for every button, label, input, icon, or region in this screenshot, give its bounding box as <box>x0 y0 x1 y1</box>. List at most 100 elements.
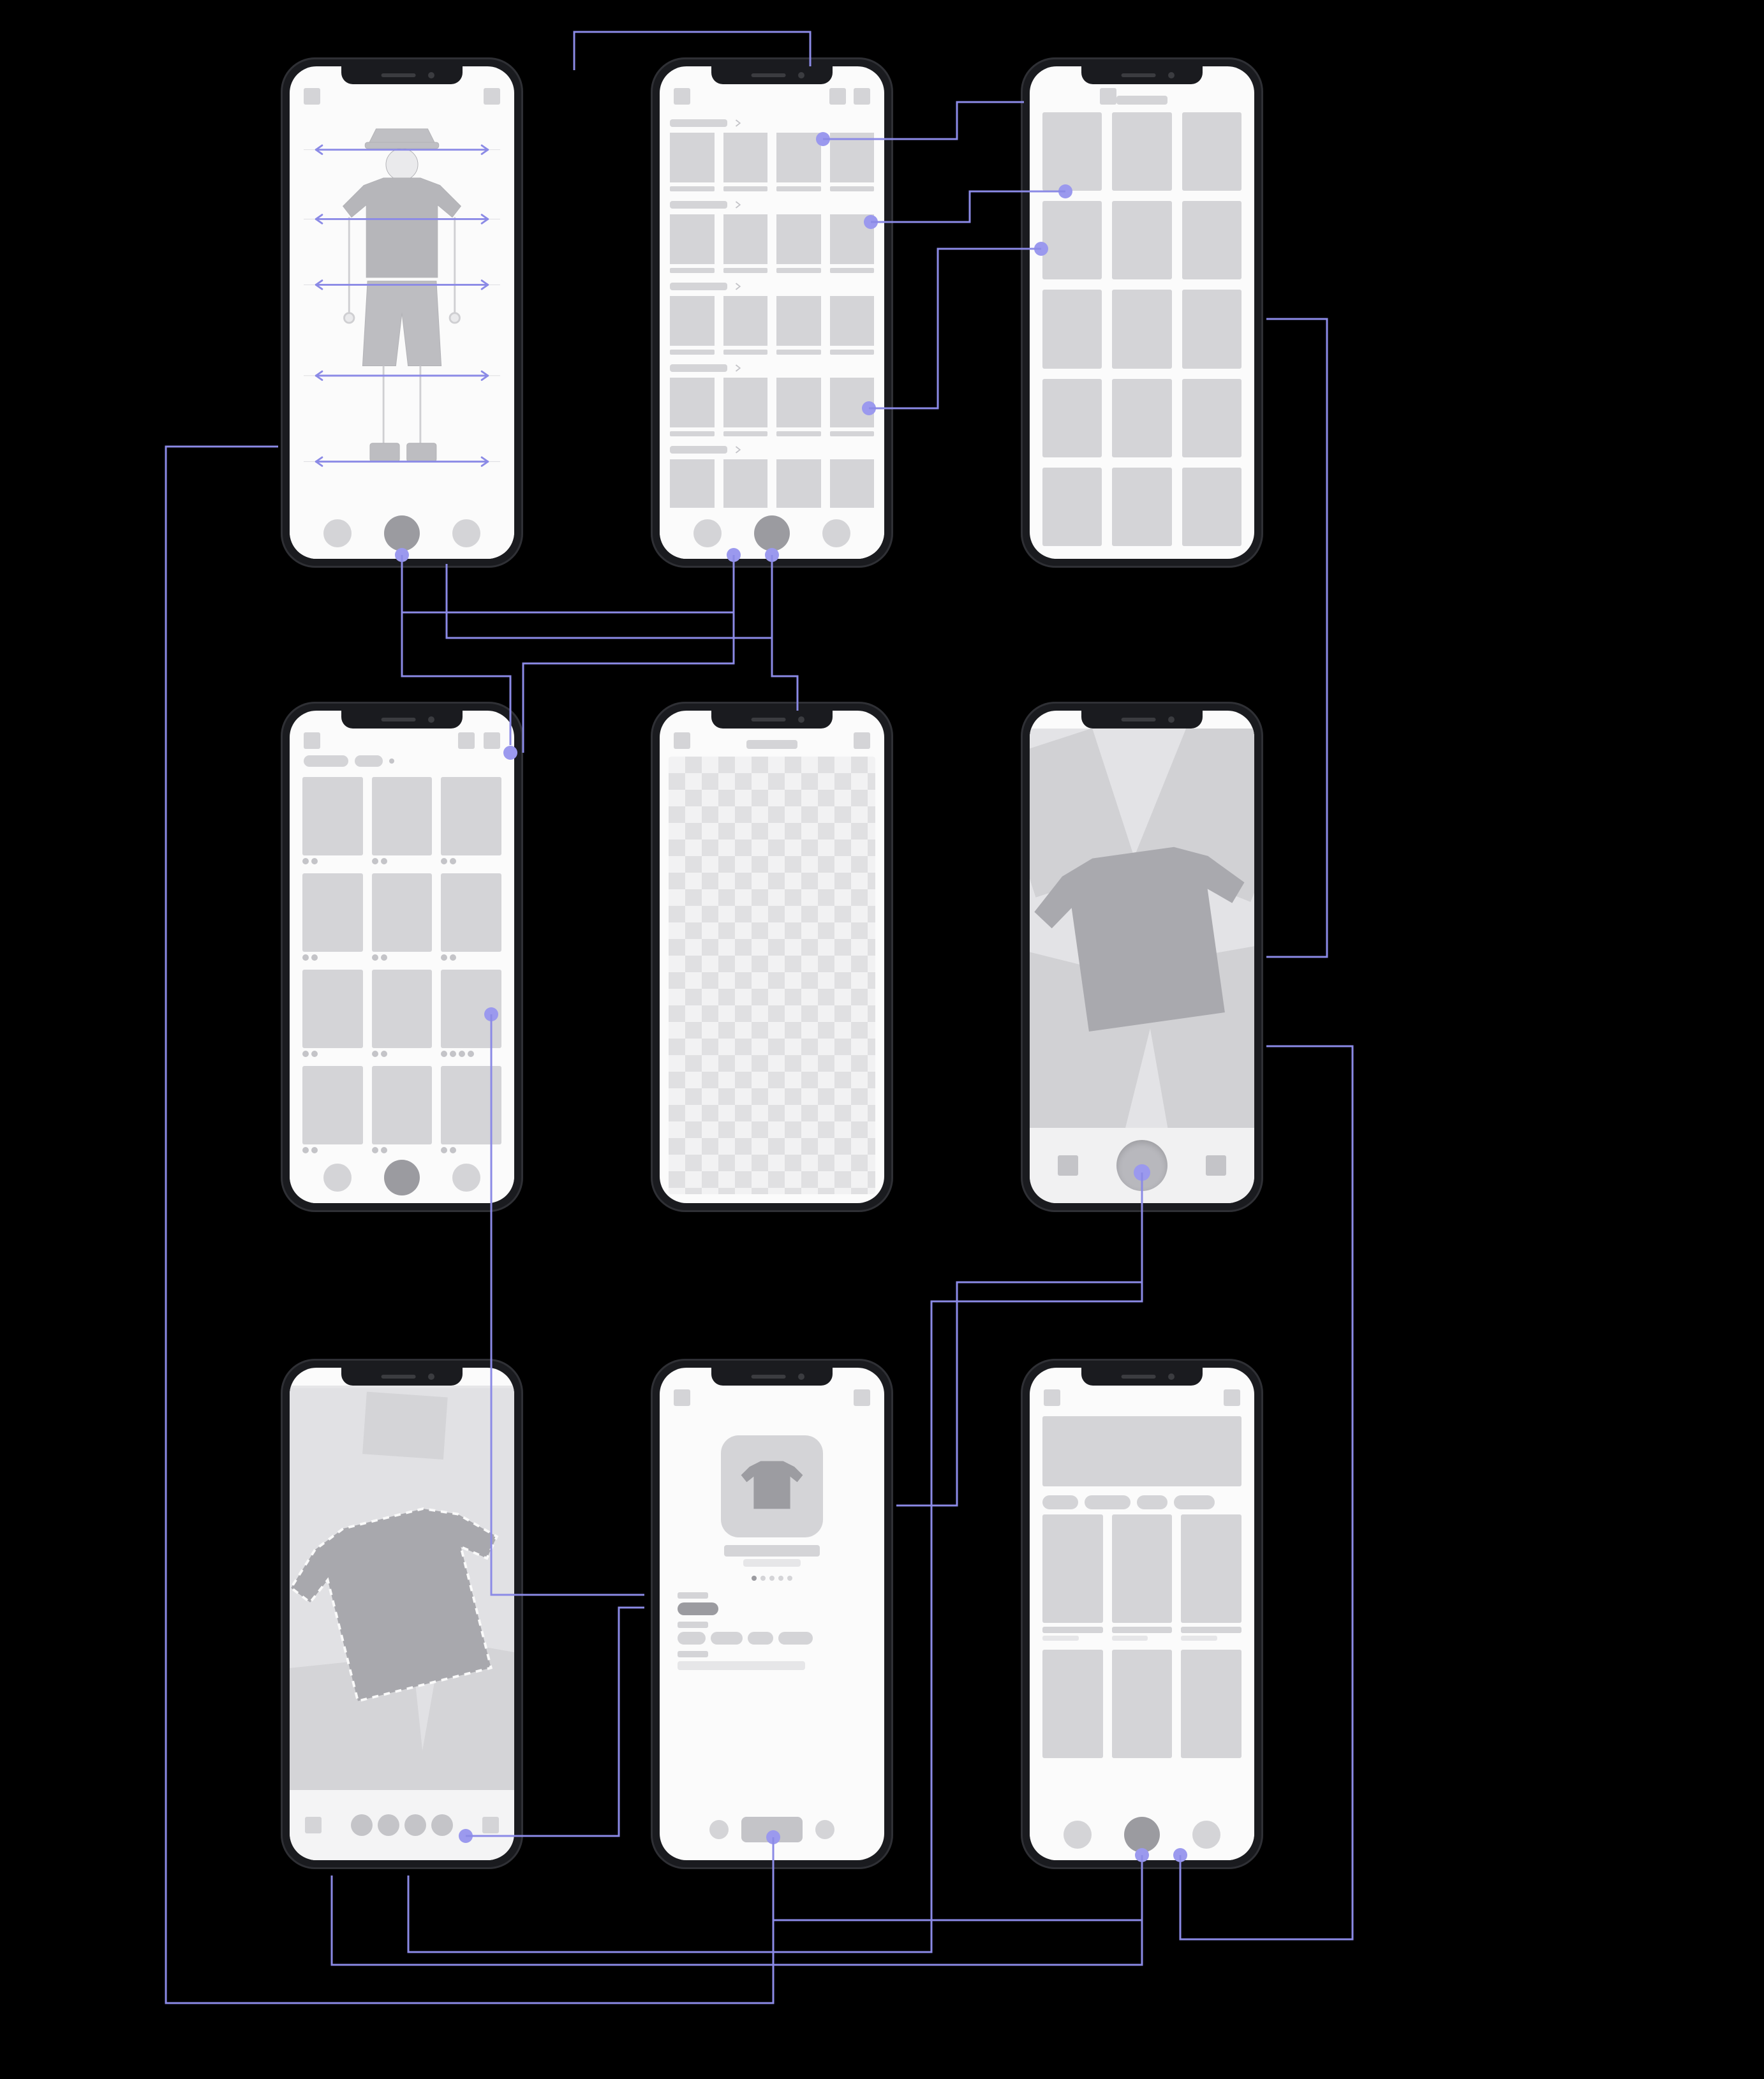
favorite-button[interactable] <box>709 1820 729 1839</box>
back-icon[interactable] <box>674 1389 690 1406</box>
product-card[interactable] <box>776 378 821 439</box>
grid-item[interactable] <box>1042 379 1102 457</box>
chip[interactable] <box>1174 1495 1215 1509</box>
menu-icon[interactable] <box>674 88 690 105</box>
filter-chip[interactable] <box>304 755 348 767</box>
product-card[interactable] <box>670 378 715 439</box>
filter-chip[interactable] <box>355 755 383 767</box>
editor-viewport[interactable] <box>290 1386 514 1790</box>
nav-tab-3[interactable] <box>822 519 850 547</box>
product-card[interactable] <box>670 296 715 357</box>
wardrobe-item[interactable] <box>302 1066 363 1153</box>
product-card[interactable] <box>776 214 821 276</box>
grid-item[interactable] <box>1182 290 1241 368</box>
pager-dot[interactable] <box>752 1576 757 1581</box>
wardrobe-item[interactable] <box>302 777 363 864</box>
grid-item[interactable] <box>1112 290 1171 368</box>
wardrobe-item[interactable] <box>441 777 501 864</box>
confirm-icon[interactable] <box>482 1817 499 1833</box>
pager-dot[interactable] <box>778 1576 783 1581</box>
brush-dot[interactable] <box>351 1814 373 1836</box>
chip[interactable] <box>1042 1495 1078 1509</box>
product-card[interactable] <box>723 133 768 194</box>
cart-icon[interactable] <box>1224 1389 1240 1406</box>
product-card[interactable] <box>776 296 821 357</box>
menu-icon[interactable] <box>1044 1389 1060 1406</box>
wardrobe-item[interactable] <box>441 873 501 961</box>
grid-item[interactable] <box>1042 112 1102 191</box>
product-card[interactable] <box>670 214 715 276</box>
share-icon[interactable] <box>854 1389 870 1406</box>
nav-tab-3[interactable] <box>452 519 480 547</box>
primary-cta-button[interactable] <box>741 1817 803 1842</box>
grid-item[interactable] <box>1112 201 1171 279</box>
transparency-canvas[interactable] <box>669 757 875 1194</box>
pager-dot[interactable] <box>769 1576 775 1581</box>
nav-tab-1[interactable] <box>693 519 722 547</box>
back-icon[interactable] <box>1100 88 1116 105</box>
product-card[interactable] <box>723 459 768 508</box>
nav-tab-3[interactable] <box>452 1164 480 1192</box>
product-card[interactable] <box>723 214 768 276</box>
pager-dot[interactable] <box>760 1576 766 1581</box>
wardrobe-item[interactable] <box>302 873 363 961</box>
product-card[interactable] <box>670 133 715 194</box>
product-card[interactable] <box>830 296 875 357</box>
product-card[interactable] <box>830 459 875 508</box>
product-card[interactable] <box>1181 1650 1241 1758</box>
wardrobe-item[interactable] <box>441 970 501 1057</box>
grid-item[interactable] <box>1182 379 1241 457</box>
back-icon[interactable] <box>674 732 690 749</box>
nav-tab-center[interactable] <box>384 515 420 551</box>
grid-item[interactable] <box>1042 201 1102 279</box>
grid-item[interactable] <box>1042 468 1102 546</box>
product-card[interactable] <box>670 459 715 508</box>
search-icon[interactable] <box>458 732 475 749</box>
product-card[interactable] <box>776 133 821 194</box>
settings-icon[interactable] <box>484 88 500 105</box>
shutter-button[interactable] <box>1116 1140 1167 1191</box>
nav-tab-3[interactable] <box>1192 1821 1220 1849</box>
product-card[interactable] <box>830 214 875 276</box>
product-card[interactable] <box>1042 1650 1103 1758</box>
filter-icon[interactable] <box>484 732 500 749</box>
wardrobe-item[interactable] <box>372 873 433 961</box>
chevron-right-icon[interactable] <box>734 282 743 291</box>
notifications-icon[interactable] <box>854 88 870 105</box>
product-card[interactable] <box>1042 1514 1103 1641</box>
product-card[interactable] <box>1112 1514 1173 1641</box>
chevron-right-icon[interactable] <box>734 364 743 373</box>
wardrobe-item[interactable] <box>372 970 433 1057</box>
gallery-icon[interactable] <box>1058 1155 1078 1176</box>
grid-item[interactable] <box>1112 379 1171 457</box>
chevron-right-icon[interactable] <box>734 200 743 209</box>
delete-button[interactable] <box>815 1820 834 1839</box>
undo-icon[interactable] <box>305 1817 322 1833</box>
chevron-right-icon[interactable] <box>734 119 743 128</box>
nav-tab-1[interactable] <box>323 1164 352 1192</box>
nav-tab-center[interactable] <box>1124 1817 1160 1853</box>
chip[interactable] <box>1085 1495 1130 1509</box>
grid-item[interactable] <box>1182 112 1241 191</box>
product-card[interactable] <box>830 378 875 439</box>
nav-tab-center[interactable] <box>754 515 790 551</box>
product-card[interactable] <box>723 296 768 357</box>
flip-camera-icon[interactable] <box>1206 1155 1226 1176</box>
grid-item[interactable] <box>1182 468 1241 546</box>
promo-banner[interactable] <box>1042 1416 1241 1486</box>
done-icon[interactable] <box>854 732 870 749</box>
grid-item[interactable] <box>1042 290 1102 368</box>
grid-item[interactable] <box>1112 468 1171 546</box>
grid-item[interactable] <box>1112 112 1171 191</box>
product-card[interactable] <box>776 459 821 508</box>
wardrobe-item[interactable] <box>441 1066 501 1153</box>
size-tag[interactable] <box>678 1632 706 1645</box>
product-card[interactable] <box>723 378 768 439</box>
size-tag[interactable] <box>711 1632 743 1645</box>
nav-tab-1[interactable] <box>1064 1821 1092 1849</box>
wardrobe-item[interactable] <box>372 777 433 864</box>
brush-dot[interactable] <box>378 1814 399 1836</box>
wardrobe-item[interactable] <box>302 970 363 1057</box>
wardrobe-item[interactable] <box>372 1066 433 1153</box>
nav-tab-center[interactable] <box>384 1160 420 1195</box>
